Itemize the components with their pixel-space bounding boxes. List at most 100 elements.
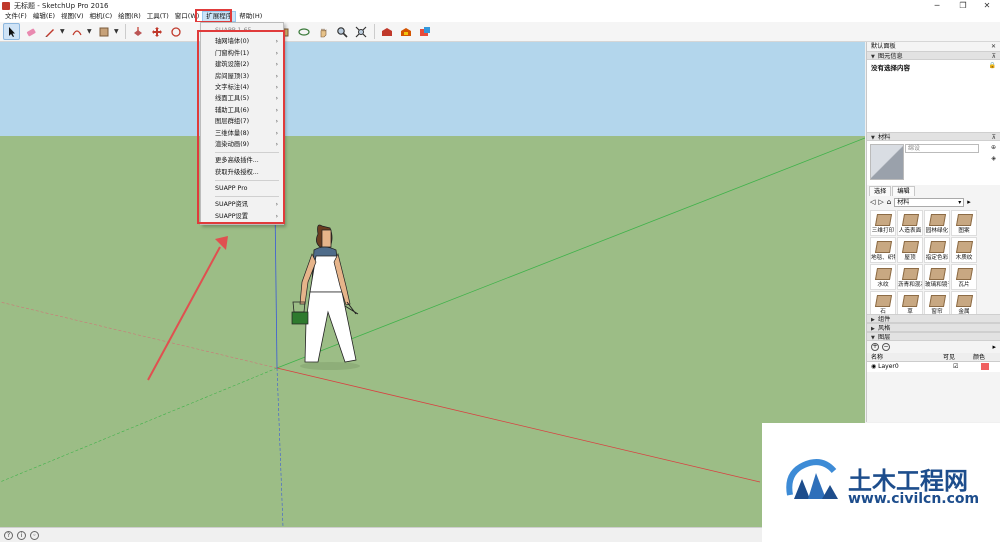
eraser-tool-button[interactable] bbox=[22, 23, 39, 40]
material-category[interactable]: 三维打印 bbox=[870, 210, 896, 236]
rotate-icon bbox=[170, 26, 181, 37]
folder-thumbnail bbox=[874, 295, 893, 307]
menu-view[interactable]: 视图(V) bbox=[58, 11, 87, 22]
material-label: 金属 bbox=[958, 309, 970, 314]
move-icon bbox=[151, 26, 162, 37]
material-label: 瓦片 bbox=[958, 282, 970, 288]
tray-title: 默认面板 ✕ bbox=[867, 42, 1000, 51]
material-label: 指定色彩 bbox=[925, 255, 949, 261]
material-nav: ◁ ▷ ⌂ 材料 ▾ ▸ bbox=[867, 196, 1000, 208]
styles-header[interactable]: ▶ 风格 bbox=[867, 323, 1000, 332]
shape-tool-button[interactable] bbox=[95, 23, 112, 40]
material-category[interactable]: 金属 bbox=[951, 291, 977, 314]
tab-select[interactable]: 选择 bbox=[869, 186, 892, 196]
tab-edit[interactable]: 编辑 bbox=[892, 186, 915, 196]
close-icon[interactable]: ✕ bbox=[991, 42, 996, 51]
geo-location-icon[interactable]: ? bbox=[4, 530, 13, 540]
lock-icon[interactable]: 🔒 bbox=[989, 62, 996, 69]
folder-thumbnail bbox=[874, 241, 893, 253]
zoom-extents-tool-button[interactable] bbox=[352, 23, 369, 40]
menu-edit[interactable]: 编辑(E) bbox=[30, 11, 58, 22]
arc-dropdown[interactable]: ▼ bbox=[87, 23, 93, 40]
watermark-logo bbox=[786, 459, 838, 499]
material-category[interactable]: 瓦片 bbox=[951, 264, 977, 290]
arc-tool-button[interactable] bbox=[68, 23, 85, 40]
push-pull-icon bbox=[133, 26, 142, 36]
pan-tool-button[interactable] bbox=[314, 23, 331, 40]
material-category[interactable]: 人造表面 bbox=[897, 210, 923, 236]
select-tool-button[interactable] bbox=[3, 23, 20, 40]
section-label: 图层 bbox=[878, 334, 891, 341]
create-material-icon[interactable]: ⊕ bbox=[991, 144, 996, 151]
layer-visible-checkbox[interactable]: ☑ bbox=[943, 362, 973, 372]
add-layer-icon[interactable]: + bbox=[871, 343, 879, 351]
material-category[interactable]: 石 bbox=[870, 291, 896, 314]
components-header[interactable]: ▶ 组件 bbox=[867, 314, 1000, 323]
material-category[interactable]: 屋顶 bbox=[897, 237, 923, 263]
paint-bucket-icon[interactable]: ◈ bbox=[991, 155, 996, 162]
folder-thumbnail bbox=[955, 214, 974, 226]
toolbar-separator bbox=[374, 24, 375, 39]
folder-thumbnail bbox=[955, 268, 974, 280]
material-swatch[interactable] bbox=[870, 144, 904, 180]
material-collection-select[interactable]: 材料 ▾ bbox=[894, 197, 965, 207]
move-tool-button[interactable] bbox=[148, 23, 165, 40]
menu-tools[interactable]: 工具(T) bbox=[144, 11, 172, 22]
home-icon[interactable]: ⌂ bbox=[887, 198, 891, 206]
material-category[interactable]: 地毯、织物 bbox=[870, 237, 896, 263]
material-category[interactable]: 木质纹 bbox=[951, 237, 977, 263]
menu-draw[interactable]: 绘图(R) bbox=[115, 11, 144, 22]
material-category[interactable]: 草 bbox=[897, 291, 923, 314]
material-category[interactable]: 窗帘 bbox=[924, 291, 950, 314]
layout-icon bbox=[419, 26, 430, 36]
pencil-tool-button[interactable] bbox=[41, 23, 58, 40]
toolbar: ▼ ▼ ▼ bbox=[0, 22, 1000, 42]
orbit-tool-button[interactable] bbox=[295, 23, 312, 40]
material-category[interactable]: 水纹 bbox=[870, 264, 896, 290]
close-button[interactable]: ✕ bbox=[972, 0, 1000, 11]
forward-arrow-icon[interactable]: ▷ bbox=[878, 198, 883, 206]
layer-row[interactable]: ◉ Layer0 ☑ bbox=[867, 362, 1000, 372]
details-arrow-icon[interactable]: ▸ bbox=[967, 198, 971, 206]
material-label: 屋顶 bbox=[904, 255, 916, 261]
layer-color-swatch bbox=[981, 363, 989, 370]
material-category[interactable]: 指定色彩 bbox=[924, 237, 950, 263]
layer-table-header: 名称 可见 颜色 bbox=[867, 353, 1000, 362]
materials-header[interactable]: ▼ 材料 ⊼ bbox=[867, 132, 1000, 141]
folder-thumbnail bbox=[901, 268, 920, 280]
menu-file[interactable]: 文件(F) bbox=[2, 11, 30, 22]
material-name-field[interactable]: 绵设 bbox=[905, 144, 979, 153]
section-label: 组件 bbox=[878, 316, 891, 323]
zoom-tool-button[interactable] bbox=[333, 23, 350, 40]
material-preview: 绵设 ⊕ ◈ bbox=[867, 141, 1000, 185]
layers-header[interactable]: ▼ 图层 bbox=[867, 332, 1000, 341]
material-label: 水纹 bbox=[877, 282, 889, 288]
warehouse-button[interactable] bbox=[378, 23, 395, 40]
section-label: 图元信息 bbox=[878, 53, 903, 60]
back-arrow-icon[interactable]: ◁ bbox=[870, 198, 875, 206]
credits-icon[interactable]: i bbox=[17, 530, 26, 540]
remove-layer-icon[interactable]: − bbox=[882, 343, 890, 351]
highlight-box-submenu bbox=[197, 30, 285, 224]
shape-dropdown[interactable]: ▼ bbox=[114, 23, 120, 40]
menu-bar: 文件(F) 编辑(E) 视图(V) 相机(C) 绘图(R) 工具(T) 窗口(W… bbox=[0, 11, 1000, 22]
layout-button[interactable] bbox=[416, 23, 433, 40]
3d-viewport[interactable] bbox=[0, 42, 865, 527]
layer-color-cell[interactable] bbox=[973, 362, 997, 372]
entity-info-panel: 没有选择内容 🔒 bbox=[867, 60, 1000, 132]
material-category[interactable]: 图案 bbox=[951, 210, 977, 236]
details-arrow-icon[interactable]: ▸ bbox=[992, 343, 996, 351]
pencil-dropdown[interactable]: ▼ bbox=[60, 23, 66, 40]
menu-help[interactable]: 帮助(H) bbox=[236, 11, 265, 22]
entity-info-header[interactable]: ▼ 图元信息 ⊼ bbox=[867, 51, 1000, 60]
push-pull-tool-button[interactable] bbox=[129, 23, 146, 40]
material-category[interactable]: 沥青和混凝土 bbox=[897, 264, 923, 290]
extension-warehouse-button[interactable] bbox=[397, 23, 414, 40]
material-category[interactable]: 园林绿化 bbox=[924, 210, 950, 236]
warehouse-icon bbox=[381, 27, 392, 36]
menu-camera[interactable]: 相机(C) bbox=[87, 11, 116, 22]
material-category[interactable]: 玻璃和镜子 bbox=[924, 264, 950, 290]
orbit-icon bbox=[297, 27, 310, 36]
rotate-tool-button[interactable] bbox=[167, 23, 184, 40]
user-icon[interactable]: ◦ bbox=[30, 530, 39, 540]
